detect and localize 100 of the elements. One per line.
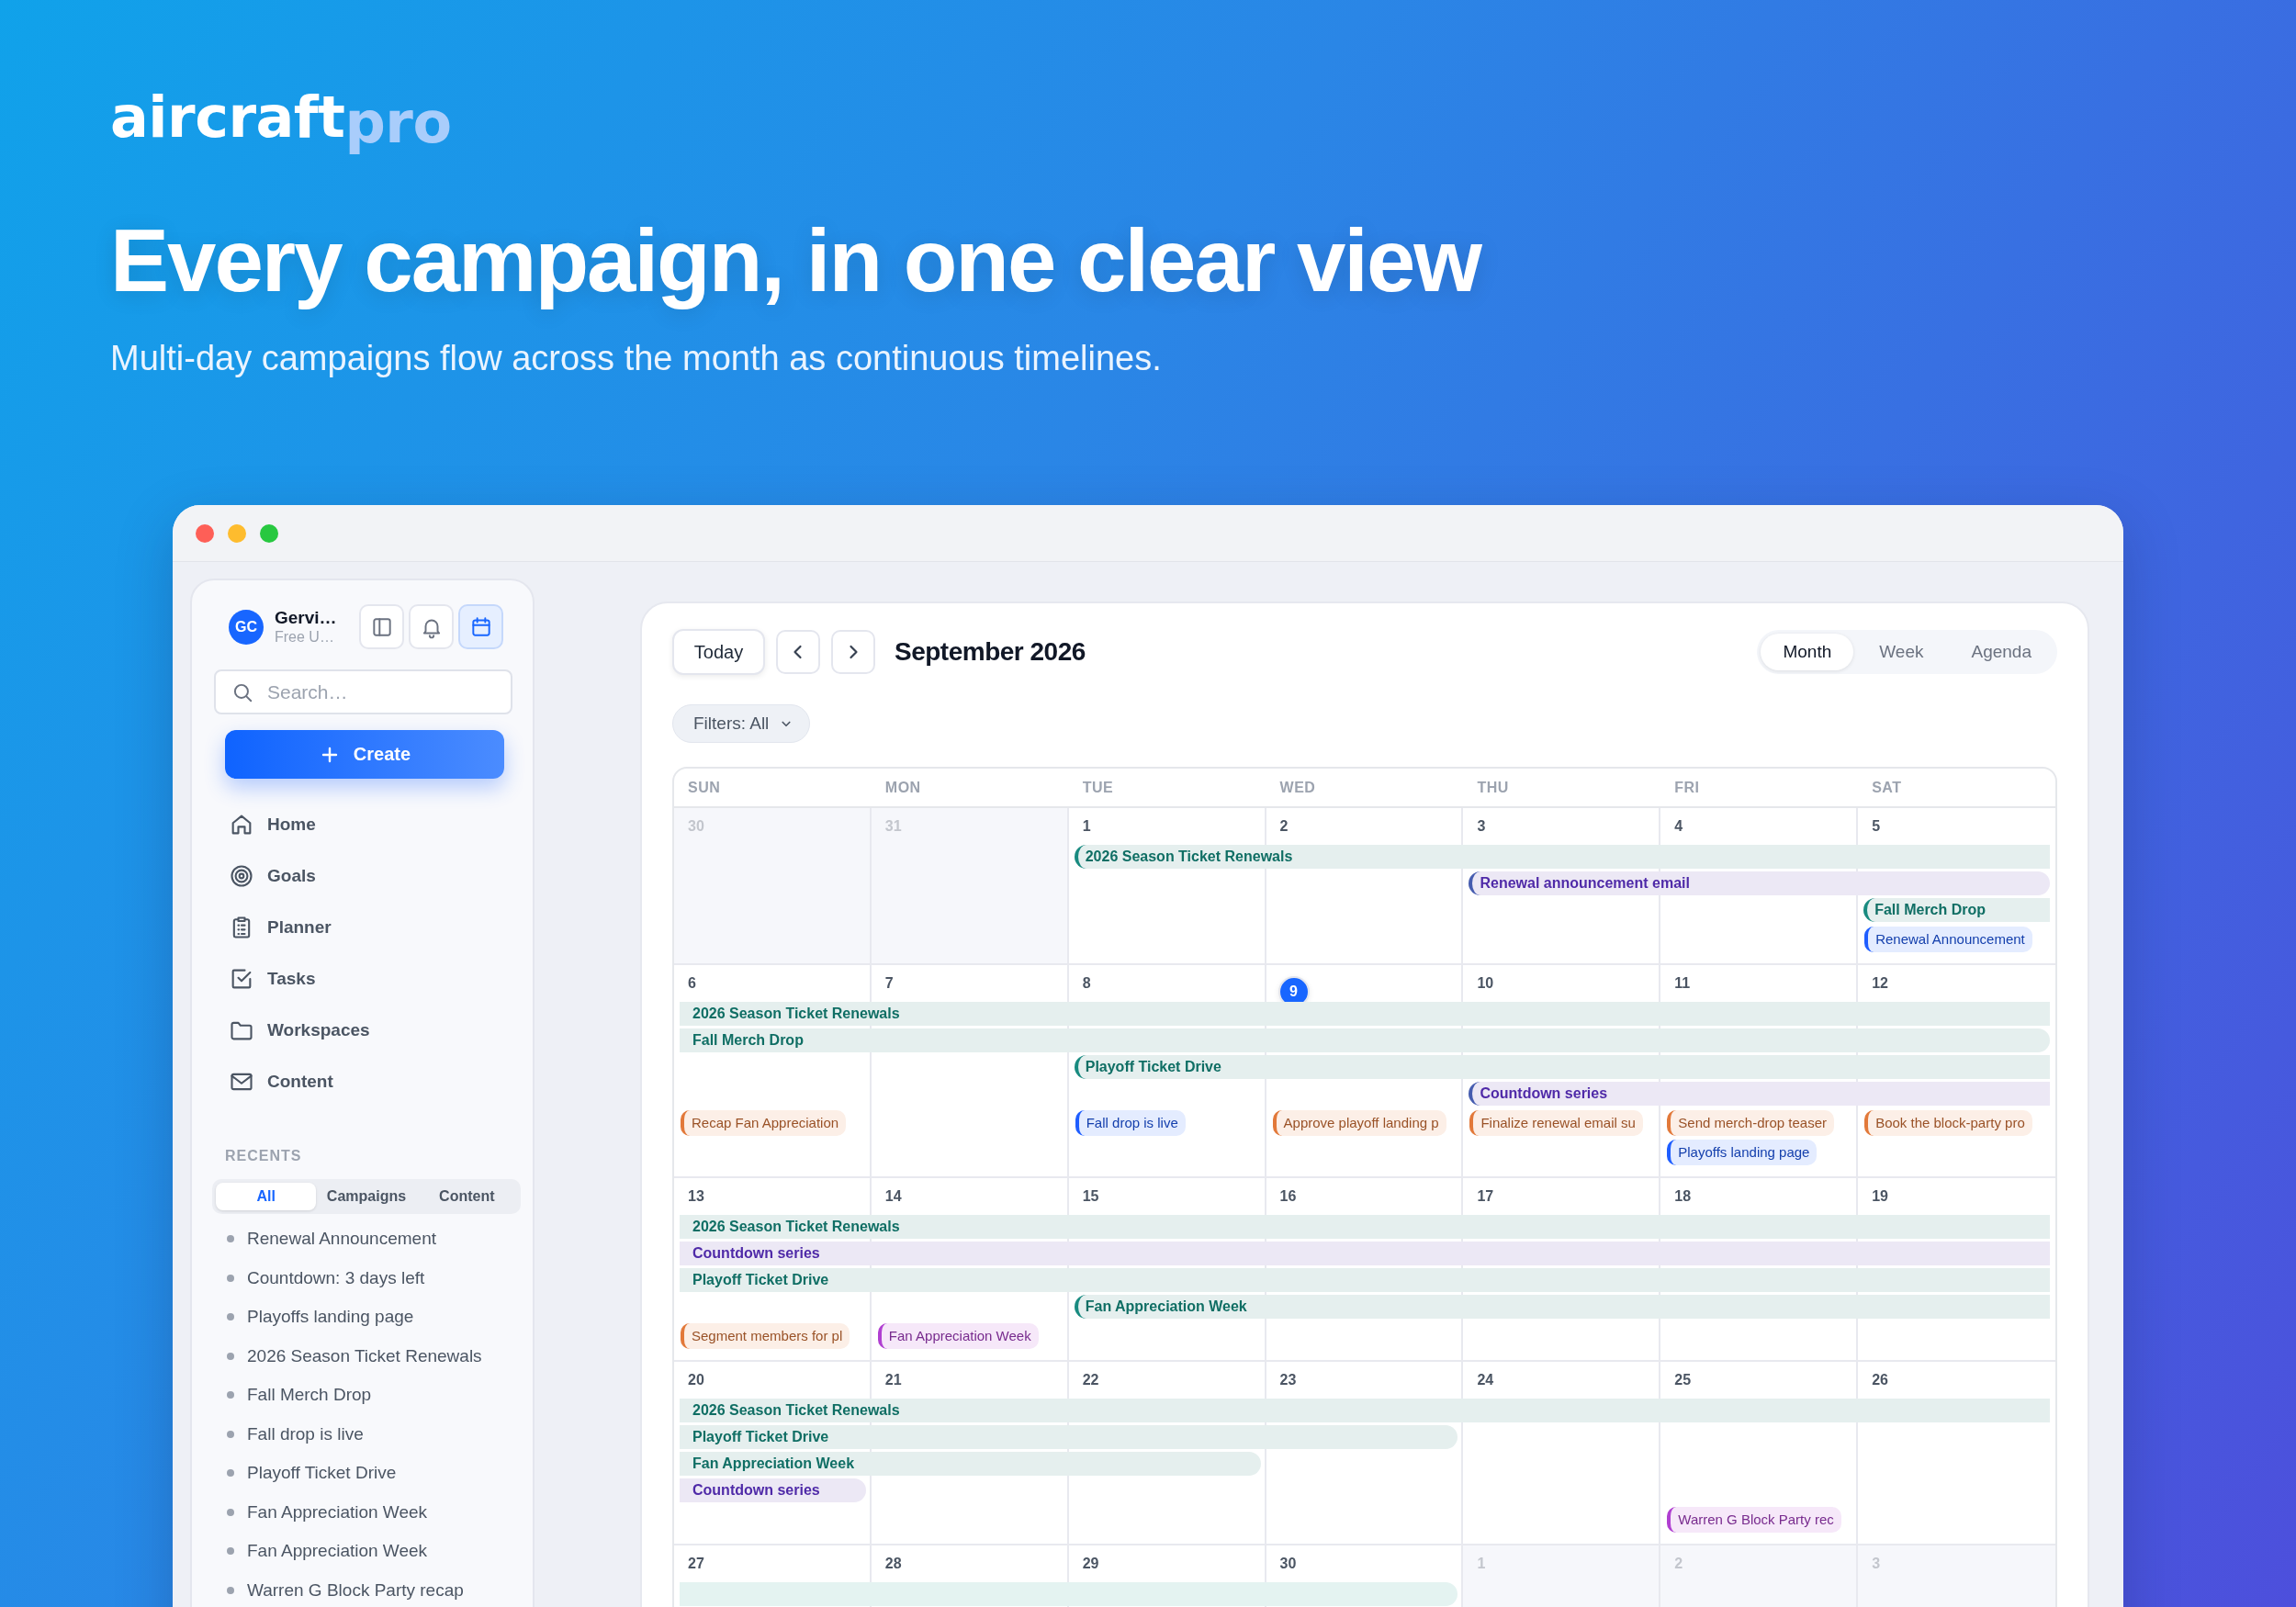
bullet-icon <box>227 1235 234 1243</box>
day-number: 2 <box>1279 817 1289 836</box>
event-chip[interactable]: Playoffs landing page <box>1667 1140 1818 1165</box>
bullet-icon <box>227 1508 234 1516</box>
campaign-bar[interactable]: Fall Merch Drop <box>680 1028 2050 1052</box>
recent-item[interactable]: Playoff Ticket Drive <box>247 1463 397 1484</box>
event-chip[interactable]: Warren G Block Party rec <box>1667 1507 1841 1533</box>
filter-tab[interactable]: All <box>216 1183 317 1210</box>
campaign-bar[interactable]: Fan Appreciation Week <box>1074 1295 2050 1319</box>
weekday-label: THU <box>1477 779 1509 796</box>
bullet-icon <box>227 1547 234 1556</box>
event-chip[interactable]: Fan Appreciation Week <box>877 1323 1039 1349</box>
filter-tab[interactable]: Content <box>416 1183 517 1210</box>
event-chip[interactable]: Approve playoff landing p <box>1272 1110 1446 1136</box>
today-button[interactable]: Today <box>672 629 765 675</box>
day-number: 28 <box>884 1555 902 1573</box>
day-number: 24 <box>1477 1371 1494 1389</box>
view-tab[interactable]: Week <box>1857 634 1946 670</box>
campaign-bar[interactable]: Playoff Ticket Drive <box>680 1425 1458 1449</box>
recent-item[interactable]: Renewal Announcement <box>247 1229 436 1250</box>
day-number: 12 <box>1872 974 1888 993</box>
nav-item[interactable]: Workspaces <box>214 1005 370 1056</box>
campaign-bar[interactable]: Fall Merch Drop <box>1863 898 2050 922</box>
recent-item[interactable]: Playoffs landing page <box>247 1307 414 1328</box>
event-chip[interactable]: Renewal Announcement <box>1864 927 2032 952</box>
campaign-bar[interactable]: Countdown series <box>680 1242 2050 1265</box>
event-chip[interactable]: Recap Fan Appreciation <box>681 1110 847 1136</box>
campaign-bar[interactable]: Fan Appreciation Week <box>680 1452 1261 1476</box>
recent-item[interactable]: Fan Appreciation Week <box>247 1501 428 1523</box>
campaign-bar[interactable]: 2026 Season Ticket Renewals <box>680 1399 2050 1422</box>
recent-item[interactable]: Fall Merch Drop <box>247 1385 372 1406</box>
user-plan: Free U… <box>275 627 335 646</box>
recent-item[interactable]: Fan Appreciation Week <box>247 1541 428 1562</box>
day-number: 19 <box>1872 1187 1888 1206</box>
bullet-icon <box>227 1274 234 1282</box>
event-chip[interactable]: Send merch-drop teaser <box>1667 1110 1835 1136</box>
campaign-bar[interactable]: 2026 Season Ticket Renewals <box>680 1215 2050 1239</box>
bell-button[interactable] <box>409 604 454 649</box>
day-number: 16 <box>1279 1187 1297 1206</box>
recent-item[interactable]: Warren G Block Party recap <box>247 1579 464 1601</box>
event-chip[interactable]: Segment members for pl <box>681 1323 850 1349</box>
event-chip[interactable]: Fall drop is live <box>1075 1110 1186 1136</box>
calendar-button[interactable] <box>458 604 503 649</box>
campaign-bar[interactable]: 2026 Season Ticket Renewals <box>680 1002 2050 1026</box>
nav-label: Home <box>267 815 316 835</box>
nav-label: Content <box>267 1072 333 1092</box>
next-button[interactable] <box>831 630 875 674</box>
campaign-bar[interactable]: Countdown series <box>680 1478 866 1502</box>
bullet-icon <box>227 1352 234 1360</box>
nav-label: Goals <box>267 866 316 886</box>
minimize-button[interactable] <box>228 523 246 543</box>
search-field[interactable]: Search… <box>214 669 512 714</box>
zoom-button[interactable] <box>260 523 278 543</box>
recent-item[interactable]: Countdown: 3 days left <box>247 1267 425 1288</box>
nav-item[interactable]: Planner <box>214 902 332 953</box>
day-number: 5 <box>1872 817 1881 836</box>
panel-button[interactable] <box>359 604 404 649</box>
view-tab[interactable]: Month <box>1761 634 1854 670</box>
weekday-label: WED <box>1279 779 1316 796</box>
event-chip[interactable]: Finalize renewal email su <box>1469 1110 1643 1136</box>
day-number: 20 <box>688 1371 704 1389</box>
nav-label: Planner <box>267 917 332 938</box>
weekday-label: FRI <box>1674 779 1700 796</box>
create-button[interactable]: Create <box>225 730 504 779</box>
campaign-bar[interactable]: 2026 Season Ticket Renewals <box>1074 845 2050 869</box>
user-name: Gervi… <box>275 607 338 628</box>
day-number: 13 <box>688 1187 704 1206</box>
event-chip[interactable]: Book the block-party pro <box>1864 1110 2032 1136</box>
recent-item[interactable]: 2026 Season Ticket Renewals <box>247 1345 482 1366</box>
nav-item[interactable]: Content <box>214 1056 333 1107</box>
view-tab[interactable]: Agenda <box>1949 634 2054 670</box>
recent-item[interactable]: Fall drop is live <box>247 1423 364 1444</box>
bullet-icon <box>227 1430 234 1438</box>
nav-label: Workspaces <box>267 1020 370 1040</box>
campaign-bar[interactable]: Playoff Ticket Drive <box>1074 1055 2050 1079</box>
close-button[interactable] <box>196 523 214 543</box>
weekday-label: MON <box>884 779 921 796</box>
nav-item[interactable]: Tasks <box>214 953 316 1005</box>
day-number: 17 <box>1477 1187 1494 1206</box>
previous-button[interactable] <box>776 630 820 674</box>
day-number: 27 <box>688 1555 704 1573</box>
target-icon <box>229 863 254 889</box>
day-number: 7 <box>884 974 894 993</box>
weekday-label: TUE <box>1082 779 1114 796</box>
avatar[interactable]: GC <box>229 609 264 645</box>
bullet-icon <box>227 1391 234 1399</box>
filter-dropdown[interactable]: Filters: All <box>672 704 811 743</box>
nav-item[interactable]: Home <box>214 799 316 850</box>
nav-item[interactable]: Goals <box>214 850 316 902</box>
day-number: 6 <box>688 974 696 993</box>
day-number: 14 <box>884 1187 902 1206</box>
campaign-bar[interactable]: Playoff Ticket Drive <box>680 1268 2050 1292</box>
filter-tab[interactable]: Campaigns <box>316 1183 417 1210</box>
headline: Every campaign, in one clear view <box>110 210 1481 311</box>
subtitle: Multi-day campaigns flow across the month as continuous timelines. <box>110 338 1162 379</box>
bullet-icon <box>227 1469 234 1478</box>
campaign-bar[interactable]: Renewal announcement email <box>1469 871 2050 895</box>
campaign-bar[interactable]: Countdown series <box>1469 1082 2050 1106</box>
day-number: 1 <box>1082 817 1091 836</box>
weekday-label: SUN <box>688 779 721 796</box>
